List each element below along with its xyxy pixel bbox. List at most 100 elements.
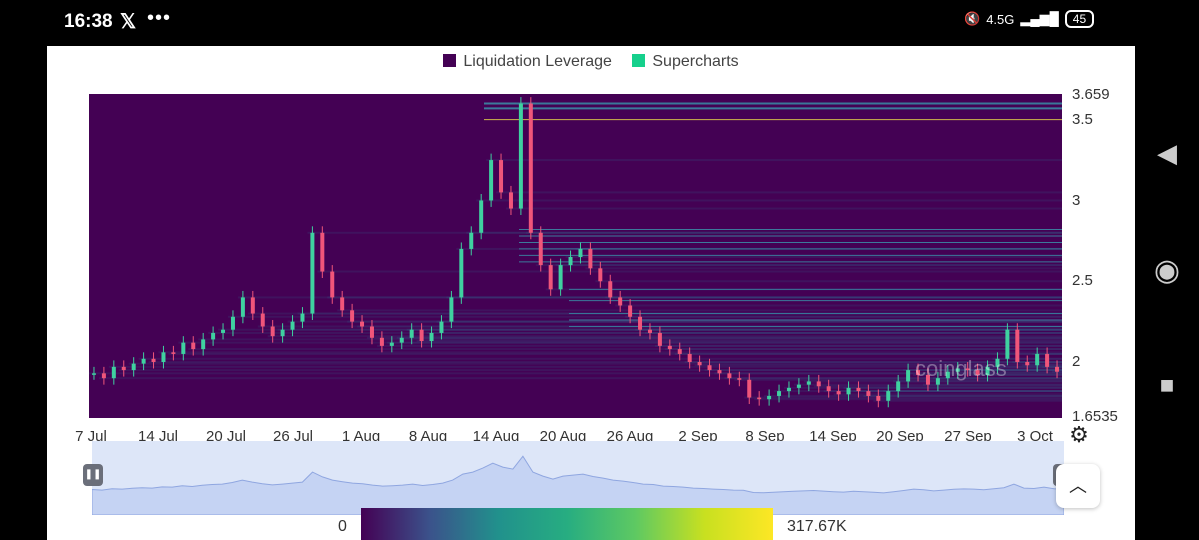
- candle[interactable]: [578, 248, 583, 258]
- candle[interactable]: [181, 342, 186, 354]
- candle[interactable]: [310, 232, 315, 314]
- candle[interactable]: [1045, 353, 1050, 367]
- candle[interactable]: [121, 366, 126, 371]
- candle[interactable]: [320, 232, 325, 272]
- candle[interactable]: [211, 332, 216, 340]
- candle[interactable]: [1015, 329, 1020, 363]
- range-navigator[interactable]: [92, 441, 1064, 515]
- recents-button[interactable]: ■: [1135, 372, 1199, 400]
- candle[interactable]: [489, 160, 494, 201]
- candle[interactable]: [588, 248, 593, 269]
- candle[interactable]: [389, 342, 394, 346]
- candle[interactable]: [459, 248, 464, 298]
- heatmap-band: [297, 312, 1062, 315]
- candle[interactable]: [747, 379, 752, 398]
- candle[interactable]: [767, 395, 772, 400]
- candle[interactable]: [657, 332, 662, 346]
- candle[interactable]: [379, 337, 384, 346]
- candle[interactable]: [1025, 362, 1030, 366]
- candle[interactable]: [667, 345, 672, 350]
- candle[interactable]: [151, 358, 156, 363]
- candle[interactable]: [330, 271, 335, 298]
- candle[interactable]: [419, 329, 424, 342]
- candle[interactable]: [796, 384, 801, 388]
- candle[interactable]: [518, 103, 523, 209]
- chevron-up-icon[interactable]: ︿: [1056, 464, 1100, 508]
- candle[interactable]: [598, 268, 603, 282]
- candle[interactable]: [201, 339, 206, 350]
- pause-icon[interactable]: ❚❚: [83, 464, 103, 486]
- candle[interactable]: [439, 321, 444, 333]
- candle[interactable]: [826, 386, 831, 392]
- candle[interactable]: [508, 192, 513, 209]
- candle[interactable]: [111, 366, 116, 379]
- candle[interactable]: [469, 232, 474, 249]
- candle[interactable]: [717, 370, 722, 374]
- candle[interactable]: [906, 370, 911, 382]
- candle[interactable]: [707, 365, 712, 371]
- candle[interactable]: [260, 313, 265, 327]
- candle[interactable]: [687, 353, 692, 363]
- candle[interactable]: [677, 349, 682, 354]
- candle[interactable]: [91, 373, 96, 375]
- candle[interactable]: [499, 160, 504, 193]
- candle[interactable]: [141, 358, 146, 364]
- candle[interactable]: [856, 387, 861, 392]
- candle[interactable]: [230, 316, 235, 330]
- candle[interactable]: [350, 310, 355, 322]
- candle[interactable]: [786, 387, 791, 392]
- candle[interactable]: [886, 391, 891, 401]
- candle[interactable]: [896, 381, 901, 392]
- candle[interactable]: [221, 329, 226, 333]
- candle[interactable]: [866, 391, 871, 396]
- candle[interactable]: [409, 329, 414, 338]
- back-button[interactable]: ◀: [1135, 138, 1199, 169]
- candle[interactable]: [449, 297, 454, 322]
- candle[interactable]: [836, 391, 841, 395]
- candle[interactable]: [757, 397, 762, 400]
- candle[interactable]: [290, 321, 295, 330]
- candle[interactable]: [1055, 366, 1060, 372]
- candle[interactable]: [171, 352, 176, 354]
- candle[interactable]: [608, 281, 613, 298]
- home-button[interactable]: ◉: [1135, 253, 1199, 288]
- candle[interactable]: [538, 232, 543, 266]
- candle[interactable]: [876, 395, 881, 401]
- gear-icon[interactable]: ⚙: [1065, 421, 1093, 449]
- candle[interactable]: [429, 332, 434, 342]
- legend-item-liquidation[interactable]: Liquidation Leverage: [443, 53, 612, 70]
- candle[interactable]: [628, 305, 633, 317]
- candle[interactable]: [558, 265, 563, 290]
- candle[interactable]: [618, 297, 623, 306]
- candle[interactable]: [548, 265, 553, 290]
- candle[interactable]: [528, 103, 533, 233]
- candle[interactable]: [1005, 329, 1010, 359]
- candle[interactable]: [340, 297, 345, 311]
- candle[interactable]: [191, 342, 196, 350]
- candle[interactable]: [727, 373, 732, 379]
- candle[interactable]: [360, 321, 365, 327]
- candle[interactable]: [737, 378, 742, 380]
- candle[interactable]: [369, 326, 374, 338]
- candle[interactable]: [250, 297, 255, 314]
- candle[interactable]: [479, 200, 484, 233]
- candle[interactable]: [638, 316, 643, 330]
- candle[interactable]: [697, 362, 702, 366]
- heatmap-chart[interactable]: coinglass: [89, 94, 1062, 418]
- candle[interactable]: [270, 326, 275, 337]
- candle[interactable]: [806, 381, 811, 385]
- candle[interactable]: [777, 391, 782, 396]
- candle[interactable]: [161, 352, 166, 363]
- candle[interactable]: [399, 337, 404, 343]
- candle[interactable]: [300, 313, 305, 322]
- candle[interactable]: [816, 381, 821, 387]
- candle[interactable]: [101, 373, 106, 379]
- candle[interactable]: [131, 363, 136, 371]
- candle[interactable]: [846, 387, 851, 395]
- candle[interactable]: [280, 329, 285, 337]
- candle[interactable]: [647, 329, 652, 333]
- candle[interactable]: [1035, 353, 1040, 366]
- legend-item-supercharts[interactable]: Supercharts: [632, 53, 739, 70]
- candle[interactable]: [240, 297, 245, 317]
- candle[interactable]: [568, 257, 573, 266]
